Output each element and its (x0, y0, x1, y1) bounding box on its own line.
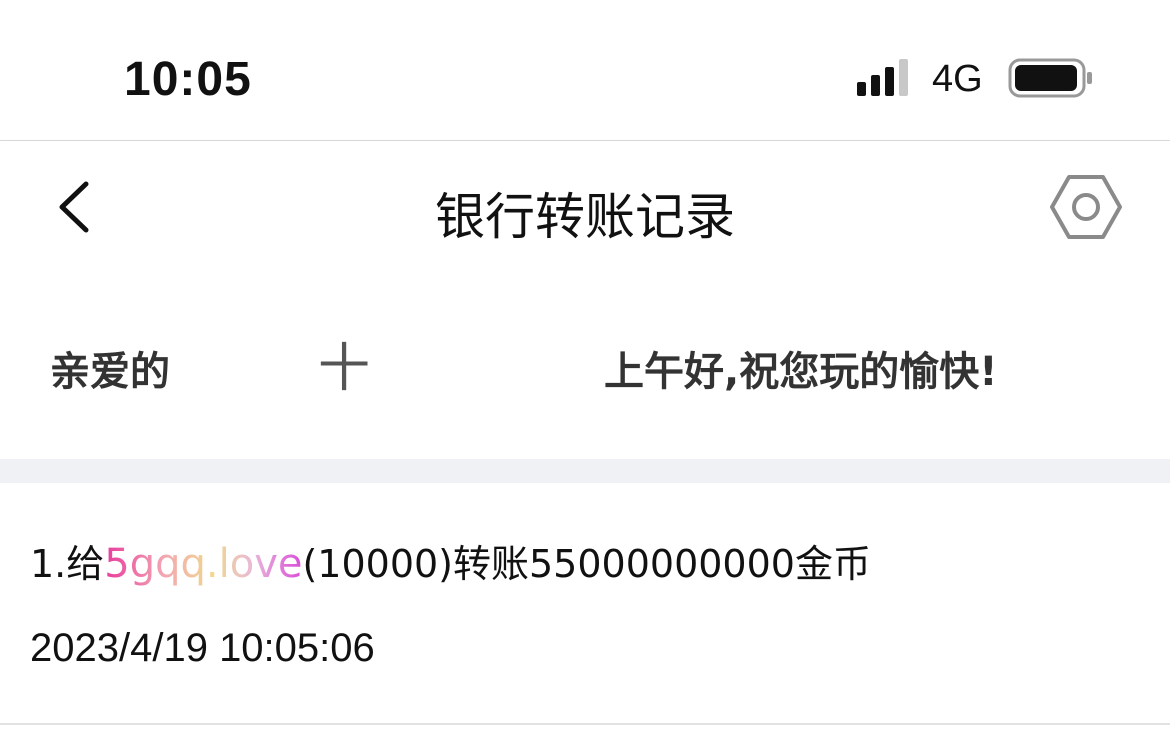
settings-hexagon-icon[interactable] (1050, 174, 1122, 240)
navigation-bar: 银行转账记录 (0, 141, 1170, 272)
transfer-timestamp: 2023/4/19 10:05:06 (30, 626, 375, 670)
transfer-prefix: 1.给 (30, 542, 105, 586)
section-divider (0, 459, 1170, 483)
transfer-record: 1.给5gqq.love(10000)转账55000000000金币 2023/… (0, 483, 1170, 725)
status-time: 10:05 (124, 53, 252, 106)
battery-icon (1008, 58, 1092, 98)
transfer-description: 1.给5gqq.love(10000)转账55000000000金币 (30, 533, 871, 588)
transfer-detail: (10000)转账55000000000金币 (302, 542, 871, 586)
greeting-message: 上午好,祝您玩的愉快! (604, 349, 998, 395)
greeting-plus: 十 (318, 339, 371, 399)
network-type: 4G (932, 58, 983, 100)
page-title: 银行转账记录 (435, 188, 735, 246)
greeting-dear: 亲爱的 (50, 349, 170, 395)
greeting-banner: 亲爱的 十 上午好,祝您玩的愉快! (0, 272, 1170, 459)
status-bar: 10:05 4G (0, 0, 1170, 141)
transfer-recipient: 5gqq.love (104, 541, 303, 587)
cellular-signal-icon (857, 59, 908, 96)
